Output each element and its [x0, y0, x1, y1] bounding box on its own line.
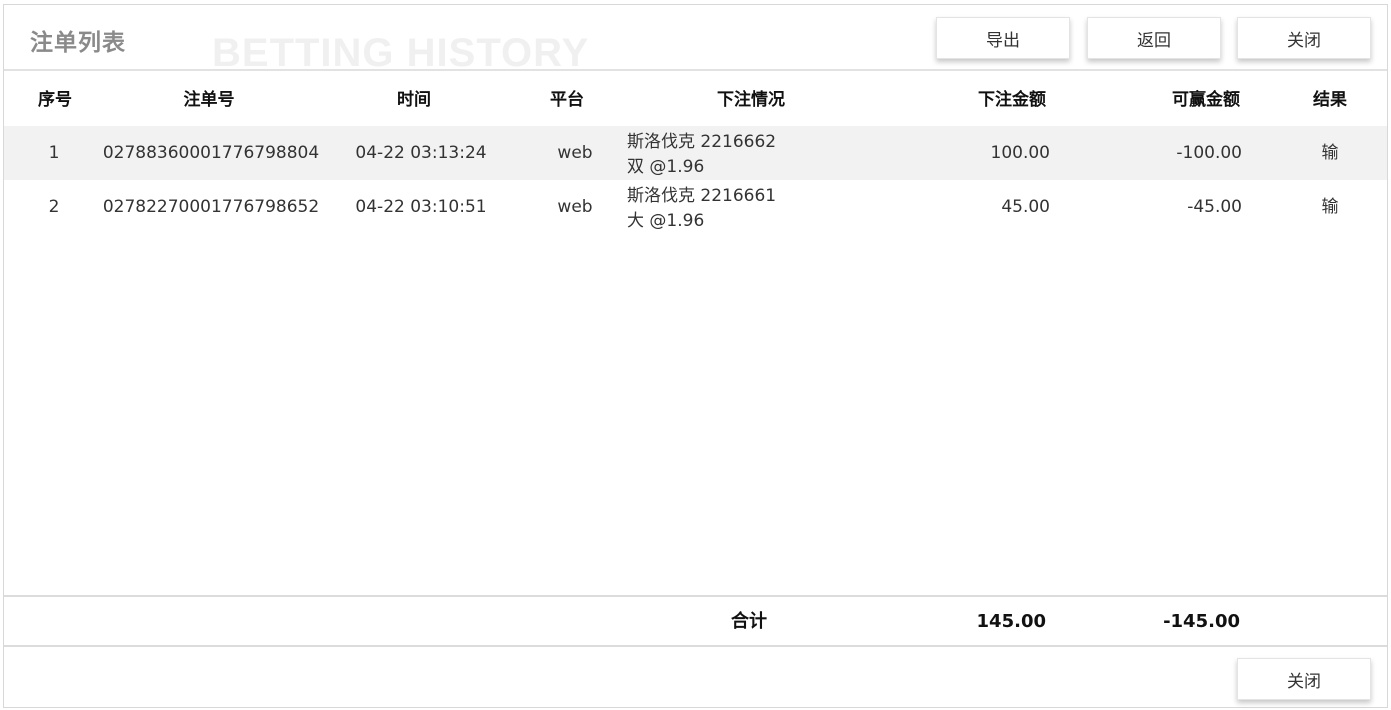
row-result: 输	[1321, 197, 1339, 217]
column-header-platform: 平台	[550, 90, 584, 110]
row-detail-line2: 双 @1.96	[627, 157, 705, 177]
row-detail-line2: 大 @1.96	[627, 211, 705, 231]
row-bet-amount: 45.00	[1001, 197, 1050, 217]
row-time: 04-22 03:13:24	[355, 143, 487, 163]
footer-close-button[interactable]: 关闭	[1237, 658, 1371, 700]
row-bet-amount: 100.00	[990, 143, 1050, 163]
betting-history-dialog: 注单列表 BETTING HISTORY 导出 返回 关闭 序号 注单号 时间 …	[3, 4, 1388, 708]
column-header-win-amount: 可赢金额	[1172, 90, 1240, 110]
column-header-time: 时间	[397, 90, 431, 110]
column-header-result: 结果	[1313, 90, 1347, 110]
close-button[interactable]: 关闭	[1237, 17, 1371, 59]
totals-row: 合计 145.00 -145.00	[4, 595, 1387, 647]
back-button[interactable]: 返回	[1087, 17, 1221, 59]
totals-bet-amount: 145.00	[976, 611, 1046, 632]
row-result: 输	[1321, 143, 1339, 163]
row-platform: web	[557, 143, 593, 163]
row-index: 2	[48, 197, 60, 217]
export-button[interactable]: 导出	[936, 17, 1070, 59]
row-time: 04-22 03:10:51	[355, 197, 487, 217]
row-detail: 斯洛伐克 2216662 双 @1.96	[627, 130, 827, 180]
table-row: 2 02782270001776798652 04-22 03:10:51 we…	[4, 180, 1387, 234]
column-header-order-no: 注单号	[183, 90, 235, 110]
totals-label: 合计	[731, 611, 767, 632]
column-header-bet-amount: 下注金额	[978, 90, 1046, 110]
header-watermark: BETTING HISTORY	[212, 31, 590, 75]
row-detail: 斯洛伐克 2216661 大 @1.96	[627, 184, 827, 234]
column-header-detail: 下注情况	[717, 90, 785, 110]
row-index: 1	[48, 143, 60, 163]
column-header-index: 序号	[38, 90, 72, 110]
dialog-title: 注单列表	[30, 30, 126, 56]
row-platform: web	[557, 197, 593, 217]
row-detail-line1: 斯洛伐克 2216661	[627, 186, 777, 206]
table-row: 1 02788360001776798804 04-22 03:13:24 we…	[4, 126, 1387, 180]
row-order-no: 02788360001776798804	[102, 143, 320, 163]
row-win-amount: -45.00	[1187, 197, 1242, 217]
totals-win-amount: -145.00	[1163, 611, 1240, 632]
row-order-no: 02782270001776798652	[102, 197, 320, 217]
dialog-header: 注单列表 BETTING HISTORY 导出 返回 关闭	[4, 5, 1387, 75]
row-win-amount: -100.00	[1176, 143, 1242, 163]
row-detail-line1: 斯洛伐克 2216662	[627, 132, 777, 152]
